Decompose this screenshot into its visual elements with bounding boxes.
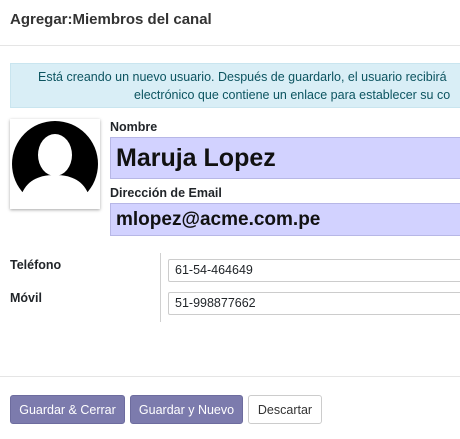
dialog-title: Agregar:Miembros del canal xyxy=(10,11,212,28)
name-input[interactable]: Maruja Lopez xyxy=(110,137,460,179)
name-label: Nombre xyxy=(110,120,158,134)
user-placeholder-icon xyxy=(12,121,98,209)
mobile-label: Móvil xyxy=(10,291,42,305)
phone-label: Teléfono xyxy=(10,258,62,272)
footer-divider xyxy=(0,376,460,377)
phone-input[interactable]: 61-54-464649 xyxy=(168,259,460,282)
mobile-input[interactable]: 51-998877662 xyxy=(168,292,460,315)
alert-line-2: electrónico que contiene un enlace para … xyxy=(134,88,451,102)
email-input[interactable]: mlopez@acme.com.pe xyxy=(110,203,460,236)
save-close-button[interactable]: Guardar & Cerrar xyxy=(10,395,125,424)
email-label: Dirección de Email xyxy=(110,186,222,200)
alert-line-1: Está creando un nuevo usuario. Después d… xyxy=(38,70,447,84)
dialog-header: Agregar:Miembros del canal xyxy=(0,0,460,46)
discard-button[interactable]: Descartar xyxy=(248,395,322,424)
info-alert: Está creando un nuevo usuario. Después d… xyxy=(10,63,460,108)
save-new-button[interactable]: Guardar y Nuevo xyxy=(130,395,243,424)
avatar-image[interactable] xyxy=(10,119,100,209)
column-divider xyxy=(160,253,161,322)
